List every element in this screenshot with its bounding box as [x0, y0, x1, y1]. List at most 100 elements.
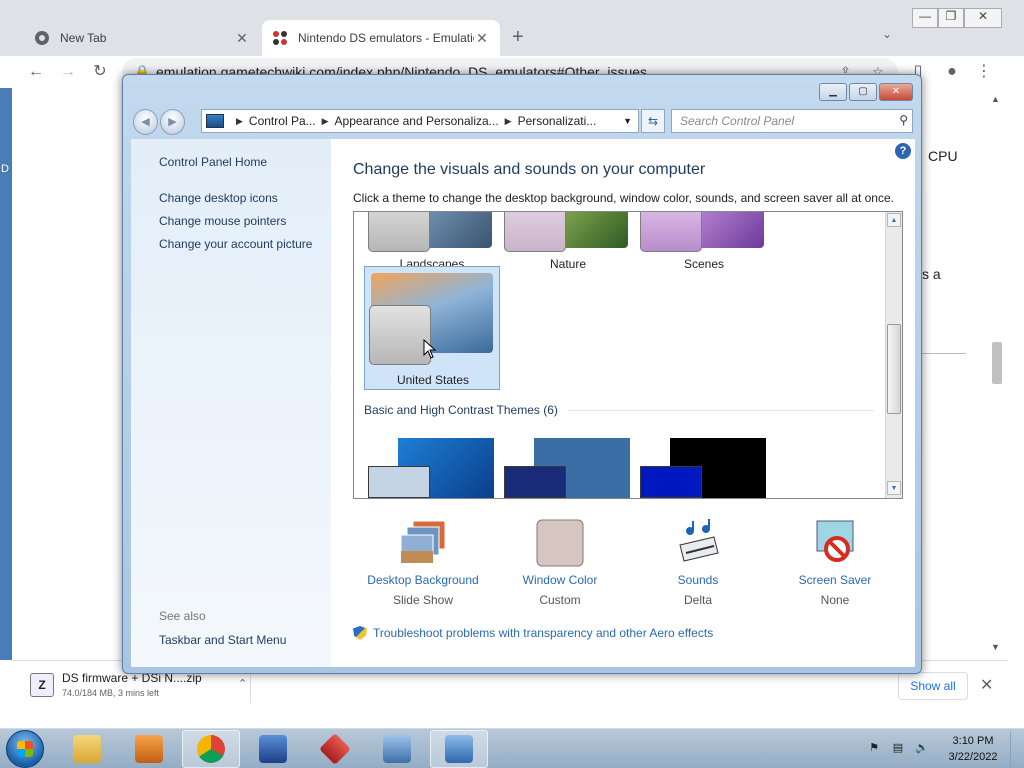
- page-divider: [922, 353, 966, 354]
- search-input[interactable]: Search Control Panel ⚲: [671, 109, 913, 133]
- theme-windows-basic[interactable]: [364, 438, 500, 498]
- network-icon[interactable]: ▤: [890, 741, 906, 757]
- theme-united-states[interactable]: United States: [364, 266, 500, 390]
- scroll-down-arrow-icon[interactable]: ▼: [991, 642, 1000, 652]
- group-divider: [568, 410, 874, 411]
- close-window-icon[interactable]: ✕: [964, 8, 1002, 28]
- back-arrow-icon[interactable]: ←: [24, 60, 48, 84]
- theme-color-swatch: [640, 466, 702, 498]
- volume-icon[interactable]: 🔊: [914, 741, 930, 757]
- chevron-down-icon[interactable]: ▼: [623, 116, 632, 126]
- theme-color-swatch: [368, 466, 430, 498]
- screen-saver-setting[interactable]: Screen Saver None: [765, 519, 905, 609]
- chevron-up-icon[interactable]: ⌃: [238, 677, 247, 690]
- gametechwiki-favicon-icon: [273, 31, 287, 45]
- sidebar-link-taskbar-start-menu[interactable]: Taskbar and Start Menu: [159, 633, 286, 647]
- taskbar-chrome[interactable]: [182, 730, 240, 768]
- sounds-setting[interactable]: Sounds Delta: [628, 519, 768, 609]
- taskbar-desktop-app[interactable]: [368, 730, 426, 768]
- show-desktop-button[interactable]: [1010, 731, 1022, 767]
- breadcrumb-item[interactable]: Control Pa...: [249, 114, 316, 128]
- breadcrumb[interactable]: ▶ Control Pa... ▶ Appearance and Persona…: [201, 109, 639, 133]
- forward-arrow-icon[interactable]: →: [56, 60, 80, 84]
- action-center-flag-icon[interactable]: ⚑: [866, 741, 882, 757]
- see-also-label: See also: [159, 609, 206, 623]
- maximize-icon[interactable]: ▢: [849, 83, 877, 101]
- theme-color-swatch: [504, 212, 566, 252]
- help-icon[interactable]: ?: [895, 143, 911, 159]
- minimize-icon[interactable]: ▁: [819, 83, 847, 101]
- chrome-logo-icon: [197, 735, 225, 763]
- taskbar-explorer[interactable]: [58, 730, 116, 768]
- close-tab-icon[interactable]: ✕: [474, 30, 490, 47]
- tab-search-chevron-icon[interactable]: ⌄: [882, 27, 892, 41]
- breadcrumb-item[interactable]: Appearance and Personaliza...: [335, 114, 499, 128]
- breadcrumb-arrow-icon[interactable]: ▶: [322, 116, 329, 127]
- personalization-main: ? Change the visuals and sounds on your …: [331, 139, 915, 667]
- tab-new-tab[interactable]: New Tab ✕: [24, 20, 260, 56]
- theme-label: United States: [396, 373, 470, 387]
- taskbar-melonds[interactable]: [306, 730, 364, 768]
- new-tab-plus-icon[interactable]: +: [512, 26, 524, 49]
- menu-kebab-icon[interactable]: ⋮: [972, 60, 996, 84]
- show-all-button[interactable]: Show all: [898, 672, 968, 700]
- tab-nintendo-ds-emulators[interactable]: Nintendo DS emulators - Emulation ✕: [262, 20, 500, 56]
- reload-icon[interactable]: ↻: [88, 60, 112, 84]
- tab-strip: New Tab ✕ Nintendo DS emulators - Emulat…: [0, 0, 1024, 56]
- theme-color-swatch: [640, 212, 702, 252]
- troubleshoot-aero-link[interactable]: Troubleshoot problems with transparency …: [353, 626, 713, 640]
- profile-avatar-icon[interactable]: ●: [940, 60, 964, 84]
- taskbar-info-app[interactable]: [244, 730, 302, 768]
- search-icon[interactable]: ⚲: [899, 113, 908, 127]
- scroll-down-arrow-icon[interactable]: ▼: [887, 481, 901, 495]
- breadcrumb-item[interactable]: Personalizati...: [518, 114, 597, 128]
- breadcrumb-arrow-icon[interactable]: ▶: [505, 116, 512, 127]
- forward-arrow-icon[interactable]: ▶: [160, 109, 185, 135]
- theme-scenes[interactable]: Scenes: [636, 212, 772, 271]
- minimize-icon[interactable]: —: [912, 8, 938, 28]
- setting-value: Custom: [539, 593, 581, 607]
- control-panel-icon: [445, 735, 473, 763]
- breadcrumb-arrow-icon[interactable]: ▶: [236, 116, 243, 127]
- folder-icon: [73, 735, 101, 763]
- theme-color-swatch: [369, 305, 431, 365]
- download-item[interactable]: Z DS firmware + DSi N....zip 74.0/184 MB…: [30, 671, 250, 701]
- close-tab-icon[interactable]: ✕: [234, 30, 250, 47]
- refresh-icon[interactable]: ⇆: [641, 109, 665, 133]
- theme-list[interactable]: Landscapes Nature Scenes United States B…: [353, 211, 903, 499]
- search-placeholder: Search Control Panel: [680, 114, 795, 128]
- mouse-cursor-icon: [423, 339, 437, 359]
- theme-nature[interactable]: Nature: [500, 212, 636, 271]
- theme-list-scrollbar[interactable]: ▲ ▼: [885, 212, 902, 498]
- setting-value: Delta: [683, 593, 712, 607]
- back-arrow-icon[interactable]: ◀: [133, 109, 158, 135]
- theme-high-contrast-black[interactable]: [636, 438, 772, 498]
- close-window-icon[interactable]: ✕: [879, 83, 913, 101]
- setting-label: Screen Saver: [798, 573, 872, 587]
- sidebar-link-mouse-pointers[interactable]: Change mouse pointers: [159, 214, 286, 228]
- taskbar-control-panel[interactable]: [430, 730, 488, 768]
- theme-high-contrast-blue[interactable]: [500, 438, 636, 498]
- page-subtitle: Click a theme to change the desktop back…: [353, 191, 894, 205]
- shield-icon: [353, 626, 367, 640]
- window-color-setting[interactable]: Window Color Custom: [490, 519, 630, 609]
- restore-icon[interactable]: ❐: [938, 8, 964, 28]
- sidebar-link-desktop-icons[interactable]: Change desktop icons: [159, 191, 278, 205]
- close-download-shelf-icon[interactable]: ✕: [980, 675, 993, 695]
- sidebar-link-control-panel-home[interactable]: Control Panel Home: [159, 155, 267, 169]
- start-button[interactable]: [6, 730, 44, 768]
- download-status: 74.0/184 MB, 3 mins left: [62, 688, 160, 698]
- page-scrollbar[interactable]: ▲ ▼: [988, 92, 1006, 656]
- scroll-thumb[interactable]: [887, 324, 901, 414]
- sidebar-link-account-picture[interactable]: Change your account picture: [159, 237, 312, 251]
- scroll-up-arrow-icon[interactable]: ▲: [887, 213, 901, 227]
- emulator-icon: [319, 733, 351, 765]
- setting-value: Slide Show: [392, 593, 454, 607]
- desktop-background-setting[interactable]: Desktop Background Slide Show: [353, 519, 493, 609]
- system-clock[interactable]: 3:10 PM 3/22/2022: [940, 733, 1006, 765]
- scroll-up-arrow-icon[interactable]: ▲: [991, 94, 1000, 104]
- taskbar-media-player[interactable]: [120, 730, 178, 768]
- navigation-buttons: ◀ ▶: [133, 109, 187, 135]
- theme-landscapes[interactable]: Landscapes: [364, 212, 500, 271]
- scroll-thumb[interactable]: [992, 342, 1002, 384]
